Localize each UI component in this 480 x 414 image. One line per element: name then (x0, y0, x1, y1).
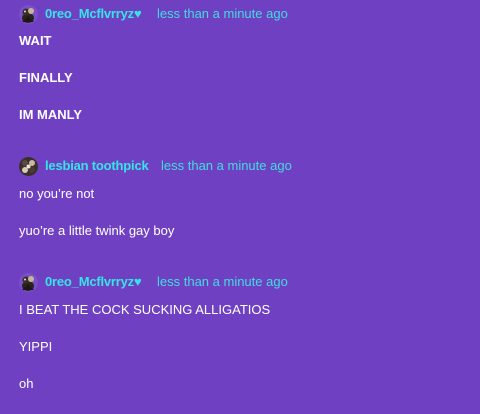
post-header: 0reo_Mcflvrryz♥ less than a minute ago (0, 5, 480, 25)
timestamp: less than a minute ago (161, 158, 292, 173)
message-line: no you’re not (19, 186, 95, 201)
username-link[interactable]: 0reo_Mcflvrryz♥ (45, 6, 142, 21)
timestamp: less than a minute ago (157, 274, 288, 289)
message-line: YIPPI (19, 339, 53, 354)
message-line: yuo’re a little twink gay boy (19, 223, 175, 238)
creature-avatar-icon (19, 157, 38, 176)
post-header: lesbian toothpick less than a minute ago (0, 157, 480, 177)
comment-feed: 0reo_Mcflvrryz♥ less than a minute ago W… (0, 0, 480, 414)
avatar[interactable] (19, 5, 38, 24)
post-header: 0reo_Mcflvrryz♥ less than a minute ago (0, 273, 480, 293)
creature-avatar-icon (19, 273, 38, 292)
message-line: oh (19, 376, 34, 391)
message-line: WAIT (19, 33, 52, 48)
message-line: I BEAT THE COCK SUCKING ALLIGATIOS (19, 302, 271, 317)
creature-avatar-icon (19, 5, 38, 24)
message-line: IM MANLY (19, 107, 83, 122)
message-line: FINALLY (19, 70, 73, 85)
timestamp: less than a minute ago (157, 6, 288, 21)
username-link[interactable]: 0reo_Mcflvrryz♥ (45, 274, 142, 289)
username-link[interactable]: lesbian toothpick (45, 158, 149, 173)
avatar[interactable] (19, 157, 38, 176)
avatar[interactable] (19, 273, 38, 292)
